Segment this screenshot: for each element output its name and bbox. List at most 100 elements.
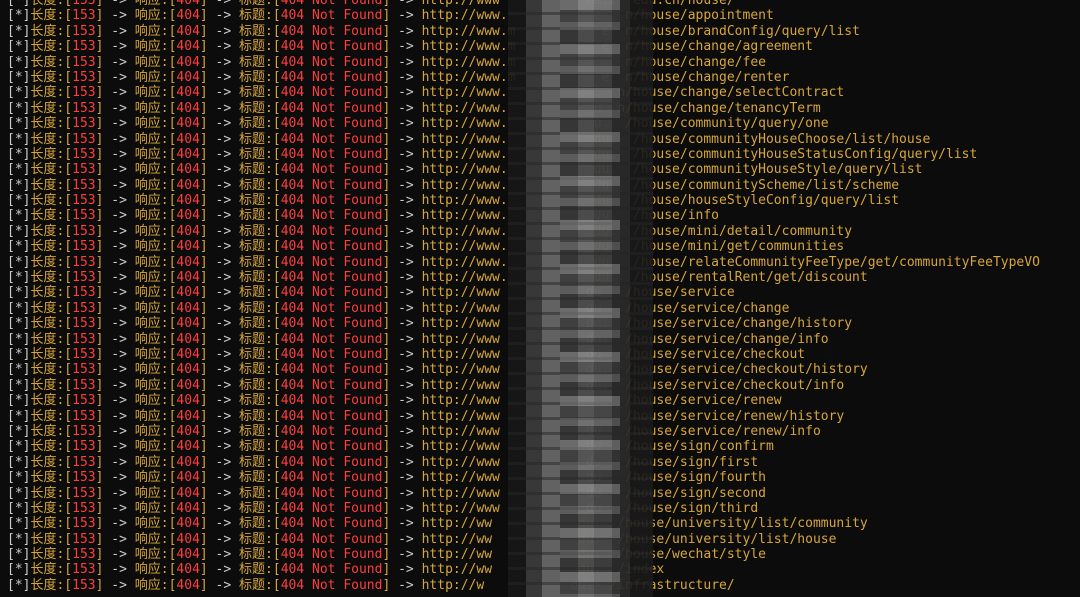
length-value: 153 bbox=[72, 439, 96, 455]
arrow: -> bbox=[390, 208, 422, 224]
arrow: -> bbox=[390, 300, 422, 316]
response-close: ] bbox=[199, 316, 208, 332]
title-label: 标题:[ bbox=[239, 23, 281, 39]
response-close: ] bbox=[199, 393, 208, 409]
arrow: -> bbox=[207, 208, 240, 224]
response-label: 响应:[ bbox=[134, 500, 177, 516]
arrow: -> bbox=[390, 577, 422, 593]
length-value: 153 bbox=[72, 408, 96, 424]
arrow: -> bbox=[390, 69, 422, 85]
response-label: 响应:[ bbox=[134, 454, 177, 470]
response-value: 404 bbox=[176, 69, 200, 85]
status-star-icon: * bbox=[14, 316, 23, 332]
length-value: 153 bbox=[72, 239, 96, 255]
url-path: du /house/service/checkout bbox=[585, 346, 806, 362]
url-redacted-gap bbox=[508, 270, 594, 285]
length-value: 153 bbox=[72, 285, 96, 301]
url-path: du. /house/wechat/style bbox=[578, 547, 766, 563]
length-value: 153 bbox=[72, 470, 96, 486]
url-redacted-gap bbox=[516, 24, 602, 39]
status-bracket-open: [ bbox=[7, 270, 15, 286]
title-value: 404 Not Found bbox=[280, 362, 383, 378]
arrow: -> bbox=[103, 270, 135, 286]
url-prefix: http://ww bbox=[421, 547, 493, 563]
title-value: 404 Not Found bbox=[280, 146, 383, 162]
url-redacted-gap bbox=[500, 393, 586, 408]
response-value: 404 bbox=[176, 8, 200, 24]
log-line: [*]长度:[153] -> 响应:[404] -> 标题:[404 Not F… bbox=[7, 455, 1040, 470]
length-label: 长度:[ bbox=[30, 331, 73, 347]
url-prefix: http://www.m bbox=[421, 54, 516, 70]
response-close: ] bbox=[199, 439, 208, 455]
arrow: -> bbox=[390, 85, 422, 101]
arrow: -> bbox=[390, 500, 422, 516]
url-redacted-gap bbox=[500, 424, 586, 439]
response-label: 响应:[ bbox=[134, 193, 177, 209]
arrow: -> bbox=[207, 177, 240, 193]
arrow: -> bbox=[207, 254, 240, 270]
arrow: -> bbox=[207, 100, 240, 116]
url-path: du /house/sign/fourth bbox=[585, 470, 766, 486]
status-bracket-open: [ bbox=[7, 500, 15, 516]
status-star-icon: * bbox=[14, 208, 23, 224]
response-close: ] bbox=[199, 8, 208, 24]
title-label: 标题:[ bbox=[239, 439, 281, 455]
url-redacted-gap bbox=[508, 147, 594, 162]
response-label: 响应:[ bbox=[134, 116, 177, 132]
status-bracket-open: [ bbox=[7, 223, 15, 239]
status-bracket-open: [ bbox=[7, 54, 15, 70]
length-label: 长度:[ bbox=[30, 454, 73, 470]
length-label: 长度:[ bbox=[30, 131, 73, 147]
length-value: 153 bbox=[72, 23, 96, 39]
url-redacted-gap bbox=[500, 470, 586, 485]
response-label: 响应:[ bbox=[134, 300, 177, 316]
title-value: 404 Not Found bbox=[280, 408, 383, 424]
url-redacted-gap bbox=[508, 116, 594, 131]
response-close: ] bbox=[199, 285, 208, 301]
title-value: 404 Not Found bbox=[280, 285, 383, 301]
arrow: -> bbox=[390, 146, 422, 162]
length-value: 153 bbox=[72, 362, 96, 378]
url-path: n/house/change/selectContract bbox=[593, 85, 845, 101]
length-label: 长度:[ bbox=[30, 470, 73, 486]
response-value: 404 bbox=[176, 562, 200, 578]
url-path: du. /infrastructure/ bbox=[570, 577, 735, 593]
url-path: du. /house/service/checkout/history bbox=[585, 362, 868, 378]
arrow: -> bbox=[390, 162, 422, 178]
length-label: 长度:[ bbox=[30, 54, 73, 70]
status-bracket-open: [ bbox=[7, 439, 15, 455]
arrow: -> bbox=[207, 331, 240, 347]
length-label: 长度:[ bbox=[30, 270, 73, 286]
url-redacted-gap bbox=[508, 224, 594, 239]
url-path: du /house/service bbox=[585, 285, 735, 301]
status-bracket-open: [ bbox=[7, 254, 15, 270]
status-bracket-open: [ bbox=[7, 331, 15, 347]
response-close: ] bbox=[199, 146, 208, 162]
url-prefix: http://www bbox=[421, 393, 500, 409]
title-label: 标题:[ bbox=[239, 54, 281, 70]
response-value: 404 bbox=[176, 285, 200, 301]
response-close: ] bbox=[199, 547, 208, 563]
response-value: 404 bbox=[176, 270, 200, 286]
status-bracket-open: [ bbox=[7, 470, 15, 486]
log-line: [*]长度:[153] -> 响应:[404] -> 标题:[404 Not F… bbox=[7, 378, 1040, 393]
status-star-icon: * bbox=[14, 131, 23, 147]
url-prefix: http://www. bbox=[421, 8, 508, 24]
arrow: -> bbox=[207, 577, 240, 593]
arrow: -> bbox=[207, 69, 240, 85]
arrow: -> bbox=[103, 531, 135, 547]
log-line: [*]长度:[153] -> 响应:[404] -> 标题:[404 Not F… bbox=[7, 162, 1040, 177]
length-label: 长度:[ bbox=[30, 116, 73, 132]
url-path: du. /house/service/change/history bbox=[585, 316, 853, 332]
arrow: -> bbox=[103, 423, 135, 439]
length-label: 长度:[ bbox=[30, 193, 73, 209]
title-value: 404 Not Found bbox=[280, 331, 383, 347]
url-path: e n/house/appointment bbox=[593, 8, 774, 24]
log-line: [*]长度:[153] -> 响应:[404] -> 标题:[404 Not F… bbox=[7, 55, 1040, 70]
arrow: -> bbox=[103, 547, 135, 563]
status-bracket-open: [ bbox=[7, 0, 15, 8]
url-prefix: http://www bbox=[421, 439, 500, 455]
arrow: -> bbox=[103, 193, 135, 209]
url-path: /house/service/renew bbox=[585, 393, 782, 409]
log-line: [*]长度:[153] -> 响应:[404] -> 标题:[404 Not F… bbox=[7, 470, 1040, 485]
